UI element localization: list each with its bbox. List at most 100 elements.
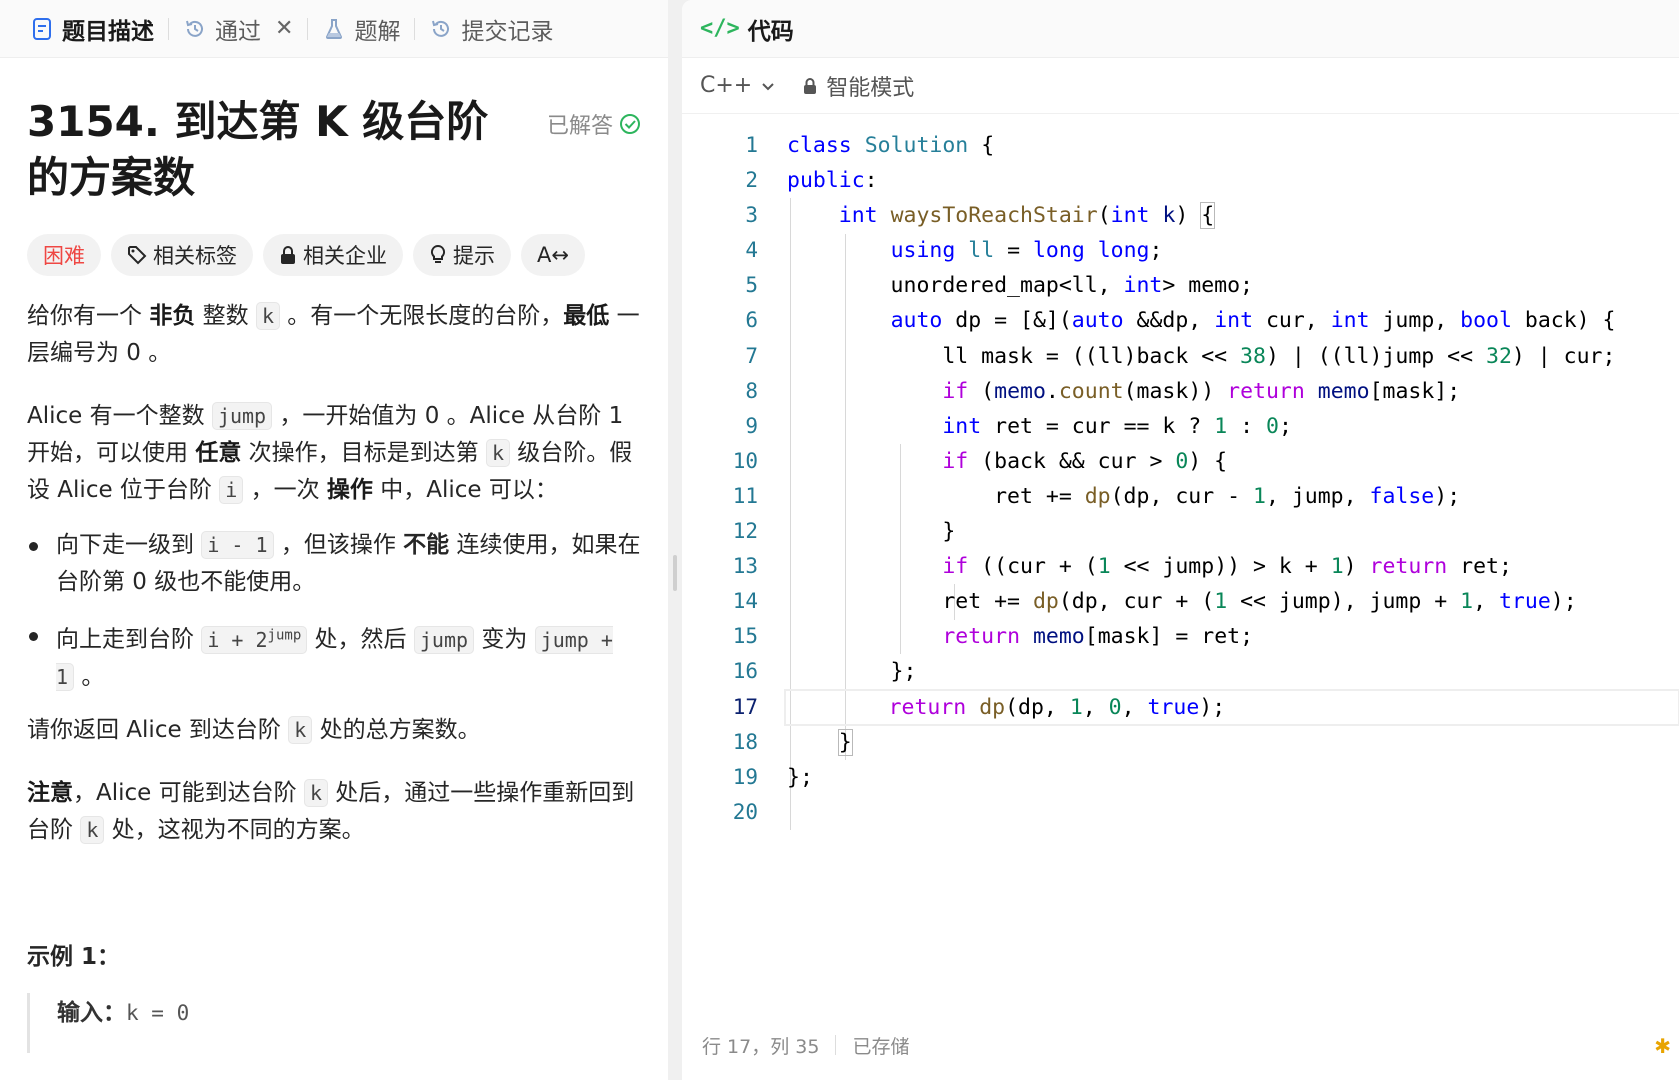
line-number: 13	[732, 554, 758, 579]
text: 整数	[195, 303, 256, 329]
lock-icon	[804, 77, 817, 94]
tab-description-label: 题目描述	[62, 18, 154, 45]
tab-description[interactable]: 题目描述	[20, 12, 164, 46]
example-input-label: 输入：	[57, 999, 126, 1026]
line-number: 15	[732, 624, 758, 649]
chevron-down-icon	[762, 82, 774, 90]
code-line: using ll = long long;	[890, 238, 1163, 264]
code-text: i + 2	[207, 627, 268, 652]
resize-grip[interactable]	[673, 555, 677, 591]
line-number: 20	[732, 799, 758, 824]
code-line: };	[787, 659, 917, 685]
inline-code: i + 2jump	[201, 625, 308, 654]
text: 处的总方案数。	[312, 716, 481, 743]
line-number: 9	[745, 413, 758, 438]
panel-resize-handle[interactable]	[668, 0, 682, 1080]
left-tab-bar: 题目描述 通过 ✕ 题解 提交记录	[0, 0, 668, 58]
bold-text: 最低	[563, 303, 610, 329]
tab-solutions[interactable]: 题解	[312, 12, 410, 46]
text: ，Alice 可能到达台阶	[73, 779, 304, 806]
tab-accepted-label: 通过	[215, 18, 261, 45]
code-line: }	[787, 519, 956, 545]
code-line: return memo[mask] = ret;	[942, 624, 1254, 650]
tab-accepted[interactable]: 通过 ✕	[173, 12, 303, 46]
code-line: int ret = cur == k ? 1 : 0;	[942, 413, 1292, 439]
smart-mode-toggle[interactable]: 智能模式	[802, 70, 914, 102]
bold-text: 非负	[149, 303, 196, 329]
tag-icon	[128, 246, 147, 265]
problem-content: 3154. 到达第 K 级台阶的方案数 已解答 困难 相关标签 相关企业 提示 …	[0, 58, 668, 1053]
line-number: 12	[732, 519, 758, 544]
text: 。有一个无限长度的台阶，	[279, 303, 564, 329]
bold-text: 不能	[403, 532, 450, 558]
text: 处，这视为不同的方案。	[104, 816, 365, 843]
hint-label: 提示	[453, 244, 495, 268]
document-icon	[30, 17, 54, 41]
line-number: 1	[745, 133, 758, 157]
inline-code: jump	[211, 402, 273, 430]
line-number: 5	[745, 273, 758, 298]
example-block: 输入：k = 0	[27, 992, 641, 1053]
debug-icon[interactable]: ✱	[1654, 1034, 1671, 1058]
code-line-current: return dp(dp, 1, 0, true);	[784, 688, 1679, 726]
superscript: jump	[267, 627, 302, 643]
line-number: 14	[732, 589, 758, 614]
line-number-current: 17	[732, 694, 758, 719]
text: 变为	[474, 626, 535, 653]
inline-code: k	[303, 778, 328, 807]
inline-code: i - 1	[201, 531, 274, 559]
code-line: }	[837, 728, 853, 756]
bold-text: 注意	[27, 779, 73, 806]
example-title: 示例 1：	[27, 943, 121, 970]
text: 给你有一个	[27, 303, 150, 329]
code-line: auto dp = [&](auto &&dp, int cur, int ju…	[890, 308, 1616, 334]
tab-submissions[interactable]: 提交记录	[419, 12, 563, 46]
hint-button[interactable]: 提示	[413, 234, 511, 276]
inline-code: k	[485, 439, 510, 467]
code-lines: class Solution { public: int waysToReach…	[784, 128, 1679, 830]
translate-button[interactable]: A↔	[521, 234, 585, 276]
difficulty-badge[interactable]: 困难	[27, 234, 101, 276]
cursor-position: 行 17，列 35	[702, 1035, 820, 1058]
lock-icon	[281, 246, 295, 264]
problem-panel: 题目描述 通过 ✕ 题解 提交记录 3154. 到达第 K 级台阶的方案数 已解…	[0, 0, 668, 1080]
inline-code: i	[219, 476, 244, 504]
tab-submissions-label: 提交记录	[461, 18, 554, 45]
related-companies-button[interactable]: 相关企业	[263, 234, 403, 276]
difficulty-label: 困难	[43, 244, 85, 268]
close-icon[interactable]: ✕	[275, 16, 293, 41]
text: 处，然后	[307, 626, 414, 653]
check-circle-icon	[620, 114, 640, 134]
lightbulb-icon	[430, 244, 446, 263]
translate-icon: A↔	[537, 243, 569, 267]
code-editor[interactable]: 1 2 3 4 5 6 7 8 9 10 11 12 13 14 15 16 1…	[682, 114, 1679, 994]
code-line: unordered_map<ll, int> memo;	[787, 273, 1253, 299]
related-tags-button[interactable]: 相关标签	[111, 234, 253, 276]
language-label: C++	[700, 73, 753, 98]
code-line: class Solution {	[787, 133, 995, 158]
list-item: 向上走到台阶 i + 2jump 处，然后 jump 变为 jump + 1 。	[27, 617, 641, 696]
line-number: 11	[732, 483, 758, 508]
history-icon	[429, 17, 453, 41]
code-panel-header: </> 代码	[682, 0, 1679, 58]
line-number: 16	[732, 659, 758, 684]
code-line: int waysToReachStair(int k) {	[838, 202, 1216, 230]
line-number: 18	[732, 729, 758, 754]
problem-title: 3154. 到达第 K 级台阶的方案数	[27, 97, 489, 202]
language-select[interactable]: C++	[700, 73, 776, 98]
text: 中，Alice 可以：	[372, 477, 558, 503]
flask-icon	[322, 17, 346, 41]
line-number: 4	[745, 238, 758, 263]
tab-solutions-label: 题解	[354, 18, 401, 45]
code-line: ret += dp(dp, cur + (1 << jump), jump + …	[787, 589, 1577, 615]
code-icon: </>	[700, 16, 740, 41]
tab-divider	[307, 17, 309, 40]
code-line: ret += dp(dp, cur - 1, jump, false);	[787, 483, 1461, 509]
description-paragraph-3: 请你返回 Alice 到达台阶 k 处的总方案数。	[27, 712, 641, 749]
code-line: };	[787, 764, 813, 790]
tab-divider	[168, 17, 169, 40]
line-number: 10	[732, 448, 758, 473]
text: ，一次	[243, 477, 327, 503]
code-line: ll mask = ((ll)back << 38) | ((ll)jump <…	[787, 343, 1616, 369]
line-number: 8	[745, 378, 758, 403]
